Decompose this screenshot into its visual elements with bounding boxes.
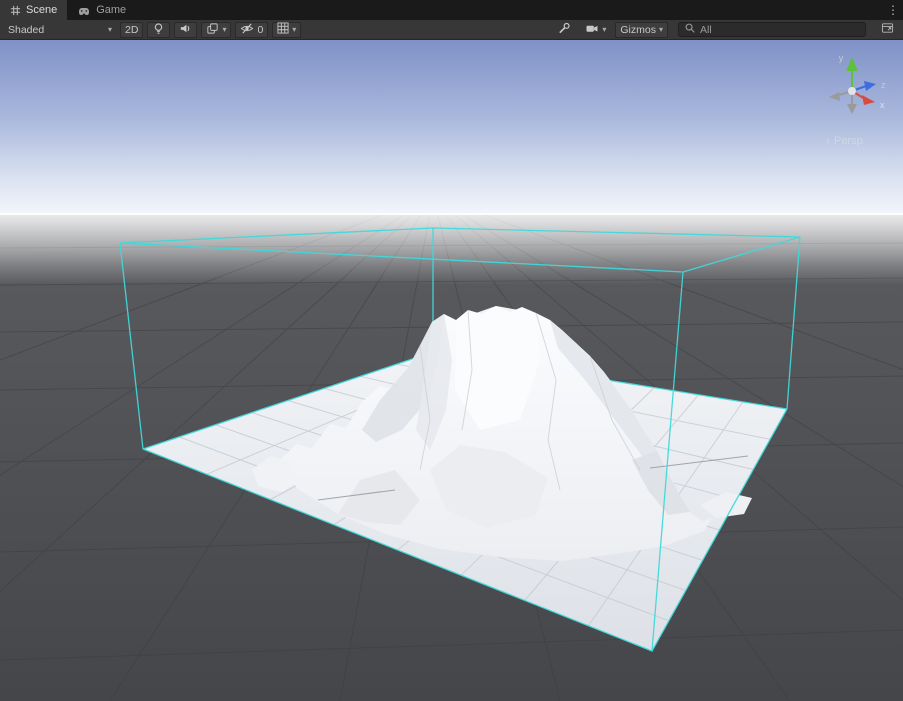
- tab-scene-label: Scene: [26, 4, 57, 16]
- lighting-toggle-button[interactable]: [147, 22, 170, 38]
- lightbulb-icon: [152, 22, 165, 38]
- gamepad-icon: [77, 5, 91, 16]
- chevron-down-icon: ▾: [659, 26, 663, 34]
- hidden-object-count: 0: [257, 24, 263, 36]
- persp-label-text: Persp: [834, 135, 863, 147]
- camera-settings-button[interactable]: ▾: [580, 22, 611, 38]
- grid-icon: [277, 22, 289, 37]
- tab-bar-spacer: [136, 0, 883, 20]
- sky: [0, 38, 903, 216]
- audio-toggle-button[interactable]: [174, 22, 197, 38]
- scene-visibility-button[interactable]: 0: [235, 22, 268, 38]
- axis-x-label: x: [880, 100, 885, 110]
- scene-viewport[interactable]: y z x ‹ Persp: [0, 0, 903, 701]
- window-icon: [881, 22, 894, 37]
- chevron-down-icon: ▾: [222, 26, 226, 34]
- chevron-down-icon: ▾: [602, 26, 606, 34]
- search-input[interactable]: [700, 24, 840, 36]
- scene-search-field[interactable]: [678, 22, 866, 37]
- eye-off-icon: [240, 22, 254, 38]
- scene-tools-button[interactable]: [552, 22, 576, 38]
- grid-settings-button[interactable]: ▾: [272, 22, 301, 38]
- gizmos-label: Gizmos: [620, 24, 656, 36]
- axis-y-label: y: [839, 53, 844, 63]
- scene-toolbar: Shaded ▾ 2D ▾ 0 ▾: [0, 20, 903, 40]
- gizmos-dropdown[interactable]: Gizmos ▾: [615, 22, 668, 38]
- scene-3d-canvas[interactable]: y z x ‹ Persp: [0, 0, 903, 701]
- horizon-fog: [0, 213, 903, 285]
- toggle-2d-button[interactable]: 2D: [120, 22, 143, 38]
- toggle-2d-label: 2D: [125, 24, 138, 36]
- chevron-down-icon: ▾: [108, 26, 112, 34]
- camera-icon: [585, 23, 599, 37]
- wrench-icon: [557, 22, 571, 38]
- chevron-down-icon: ▾: [292, 26, 296, 34]
- tab-bar: Scene Game ⋮: [0, 0, 903, 20]
- effects-icon: [206, 22, 219, 38]
- window-overlay-button[interactable]: [876, 22, 899, 38]
- tab-game[interactable]: Game: [67, 0, 136, 20]
- scene-grid-icon: [10, 5, 21, 16]
- tab-game-label: Game: [96, 4, 126, 16]
- kebab-menu-icon[interactable]: ⋮: [883, 0, 903, 20]
- gizmo-center[interactable]: [848, 87, 856, 95]
- axis-z-label: z: [881, 80, 886, 90]
- persp-arrow-icon[interactable]: ‹: [826, 135, 830, 147]
- search-icon: [684, 21, 696, 39]
- audio-icon: [179, 22, 192, 38]
- effects-dropdown-button[interactable]: ▾: [201, 22, 231, 38]
- shading-mode-label: Shaded: [8, 24, 44, 36]
- tab-scene[interactable]: Scene: [0, 0, 67, 20]
- shading-mode-dropdown[interactable]: Shaded ▾: [4, 22, 116, 38]
